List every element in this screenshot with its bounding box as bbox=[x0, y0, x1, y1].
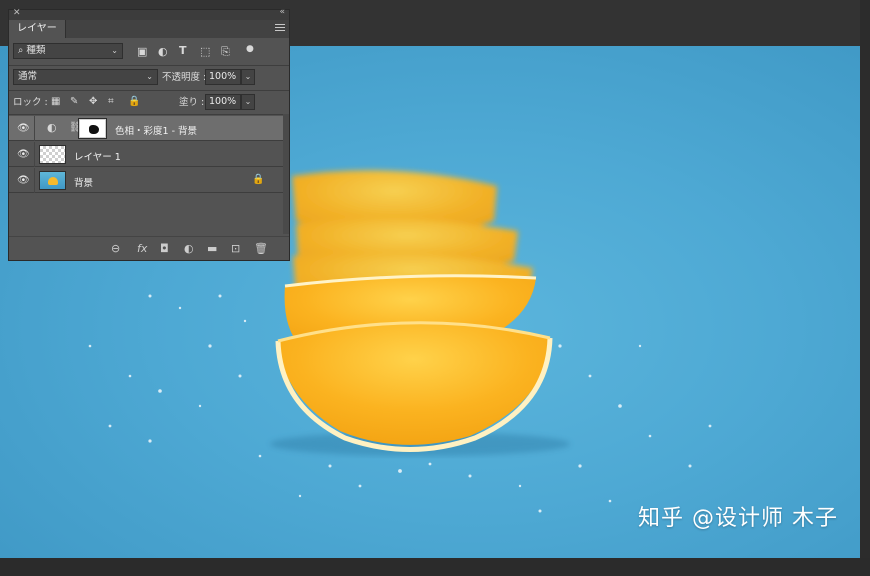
layer-row-hue-saturation[interactable]: 👁 ◐ ⛓ 色相・彩度1 - 背景 bbox=[9, 116, 285, 141]
workspace-gutter bbox=[860, 0, 870, 576]
adjustment-filter-icon[interactable]: ◐ bbox=[158, 46, 168, 58]
opacity-input[interactable]: 100% bbox=[205, 69, 241, 85]
search-icon: ⌕ bbox=[18, 45, 24, 56]
opacity-label: 不透明度 : bbox=[162, 72, 207, 83]
tab-layers[interactable]: レイヤー bbox=[9, 20, 66, 38]
eye-icon[interactable]: 👁 bbox=[17, 175, 30, 186]
lock-icon: 🔒 bbox=[252, 174, 265, 185]
fill-dropdown-button[interactable]: ⌄ bbox=[241, 94, 255, 110]
lock-row: ロック : ▦ ✎ ✥ ⌗ 🔒 塗り : 100% ⌄ bbox=[9, 92, 289, 114]
layer-thumbnail bbox=[39, 145, 66, 164]
chevron-down-icon: ⌄ bbox=[146, 72, 153, 81]
layer-name[interactable]: 背景 bbox=[74, 175, 93, 189]
lock-label: ロック : bbox=[13, 97, 48, 108]
fill-input[interactable]: 100% bbox=[205, 94, 241, 110]
layer-name[interactable]: レイヤー 1 bbox=[74, 149, 121, 163]
filter-kind-value: 種類 bbox=[26, 45, 46, 56]
blend-mode-select[interactable]: 通常 ⌄ bbox=[13, 69, 158, 85]
chevron-down-icon: ⌄ bbox=[111, 46, 118, 55]
panel-titlebar: ✕ « bbox=[9, 7, 289, 20]
panel-menu-icon[interactable] bbox=[275, 24, 285, 33]
new-adjustment-layer-icon[interactable]: ◐ bbox=[184, 243, 194, 255]
new-group-folder-icon[interactable]: ▬ bbox=[207, 243, 217, 255]
collapse-panel-icon[interactable]: « bbox=[279, 7, 285, 17]
layer-thumbnail bbox=[39, 171, 66, 190]
lock-transparency-icon[interactable]: ▦ bbox=[51, 96, 60, 108]
layer-mask-thumbnail[interactable] bbox=[78, 118, 107, 139]
lock-pixels-icon[interactable]: ✎ bbox=[70, 96, 78, 108]
eye-icon[interactable]: 👁 bbox=[17, 149, 30, 160]
add-mask-icon[interactable]: ◘ bbox=[160, 243, 169, 255]
lock-artboard-icon[interactable]: ⌗ bbox=[108, 96, 114, 108]
layer-row-background[interactable]: 👁 背景 🔒 bbox=[9, 168, 285, 193]
divider bbox=[9, 65, 289, 66]
shape-filter-icon[interactable]: ⬚ bbox=[200, 46, 210, 58]
fx-icon[interactable]: fx bbox=[137, 243, 147, 255]
divider bbox=[9, 114, 289, 115]
link-layers-icon[interactable]: ⊖ bbox=[111, 243, 120, 255]
eye-icon[interactable]: 👁 bbox=[17, 123, 30, 134]
trash-icon[interactable]: 🗑 bbox=[254, 243, 268, 255]
workspace-bottom-bar bbox=[0, 558, 870, 576]
fill-label: 塗り : bbox=[179, 97, 205, 108]
opacity-dropdown-button[interactable]: ⌄ bbox=[241, 69, 255, 85]
layers-panel: ✕ « レイヤー ⌕ 種類 ⌄ ▣ ◐ T ⬚ ⎘ ● 通常 ⌄ 不透明度 : … bbox=[8, 7, 290, 261]
panel-bottom-toolbar: ⊖ fx ◘ ◐ ▬ ⊡ 🗑 bbox=[9, 236, 289, 260]
smart-object-filter-icon[interactable]: ⎘ bbox=[221, 46, 230, 58]
watermark-text: 知乎 @设计师 木子 bbox=[638, 506, 838, 531]
lock-position-icon[interactable]: ✥ bbox=[89, 96, 97, 108]
layer-name[interactable]: 色相・彩度1 - 背景 bbox=[115, 123, 197, 137]
close-panel-icon[interactable]: ✕ bbox=[13, 8, 21, 18]
layers-scrollbar[interactable] bbox=[283, 114, 289, 234]
filter-kind-select[interactable]: ⌕ 種類 ⌄ bbox=[13, 43, 123, 59]
panel-tab-row: レイヤー bbox=[9, 20, 289, 38]
filter-row: ⌕ 種類 ⌄ ▣ ◐ T ⬚ ⎘ ● bbox=[9, 42, 289, 64]
pixel-filter-icon[interactable]: ▣ bbox=[137, 46, 147, 58]
layer-row-layer-1[interactable]: 👁 レイヤー 1 bbox=[9, 142, 285, 167]
new-layer-icon[interactable]: ⊡ bbox=[231, 243, 240, 255]
adjustment-layer-icon: ◐ bbox=[47, 121, 57, 134]
blend-mode-value: 通常 bbox=[18, 71, 38, 82]
divider bbox=[9, 90, 289, 91]
type-filter-icon[interactable]: T bbox=[179, 45, 187, 57]
filter-toggle-icon[interactable]: ● bbox=[246, 43, 254, 55]
blend-row: 通常 ⌄ 不透明度 : 100% ⌄ bbox=[9, 67, 289, 89]
lock-all-icon[interactable]: 🔒 bbox=[128, 96, 140, 108]
